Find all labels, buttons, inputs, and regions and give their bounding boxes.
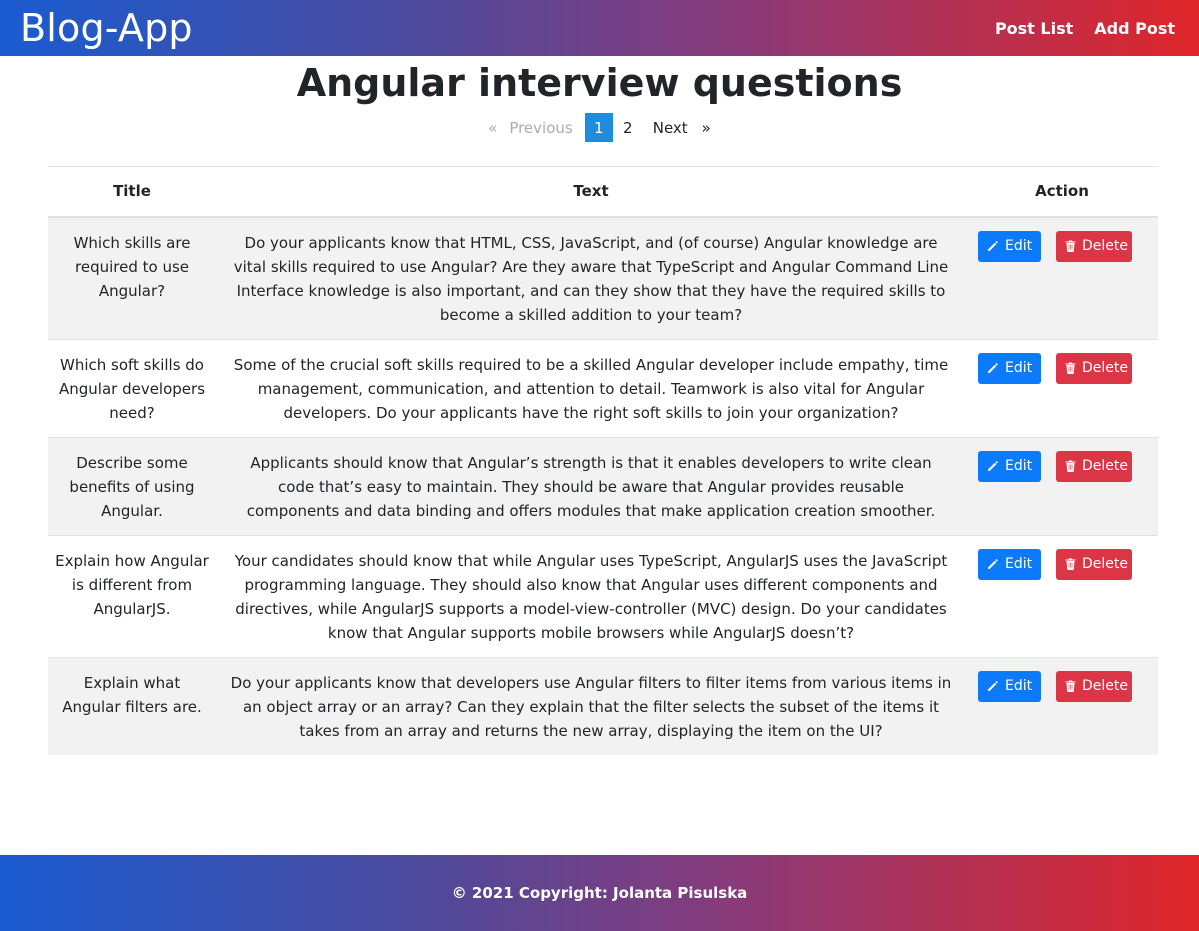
edit-button[interactable]: Edit xyxy=(978,670,1041,702)
table-row: Which soft skills do Angular developers … xyxy=(48,338,1158,437)
edit-label: Edit xyxy=(1005,458,1033,474)
delete-label: Delete xyxy=(1082,458,1128,474)
nav-post-list-link[interactable]: Post List xyxy=(995,19,1073,38)
nav-links: Post List Add Post xyxy=(974,19,1199,38)
nav-add-post-link[interactable]: Add Post xyxy=(1094,19,1175,38)
edit-button[interactable]: Edit xyxy=(978,548,1041,580)
trash-icon xyxy=(1065,240,1082,252)
navbar: Blog-App Post List Add Post xyxy=(0,0,1199,56)
trash-icon xyxy=(1065,362,1082,374)
pencil-icon xyxy=(987,362,1005,374)
row-title: Which skills are required to use Angular… xyxy=(48,216,216,339)
pencil-icon xyxy=(987,460,1005,472)
table-row: Which skills are required to use Angular… xyxy=(48,216,1158,339)
edit-label: Edit xyxy=(1005,238,1033,254)
trash-icon xyxy=(1065,558,1082,570)
row-text: Applicants should know that Angular’s st… xyxy=(216,436,966,535)
pencil-icon xyxy=(987,240,1005,252)
previous-arrow-icon: « xyxy=(488,118,498,137)
previous-label: Previous xyxy=(509,118,573,137)
posts-table: Title Text Action Which skills are requi… xyxy=(48,166,1158,755)
table-header-row: Title Text Action xyxy=(48,166,1158,218)
next-label: Next xyxy=(652,118,688,137)
header-action: Action xyxy=(966,166,1158,218)
row-actions: Edit Delete xyxy=(966,338,1158,437)
edit-label: Edit xyxy=(1005,360,1033,376)
table-row: Explain what Angular filters are. Do your… xyxy=(48,656,1158,755)
header-title: Title xyxy=(48,166,216,218)
row-text: Some of the crucial soft skills required… xyxy=(216,338,966,437)
edit-label: Edit xyxy=(1005,556,1033,572)
brand-logo[interactable]: Blog-App xyxy=(0,0,193,56)
delete-button[interactable]: Delete xyxy=(1056,450,1132,482)
trash-icon xyxy=(1065,460,1082,472)
footer: © 2021 Copyright: Jolanta Pisulska xyxy=(0,855,1199,931)
pagination-previous: « Previous xyxy=(488,113,585,142)
edit-button[interactable]: Edit xyxy=(978,230,1041,262)
page-2-button[interactable]: 2 xyxy=(613,113,643,142)
pencil-icon xyxy=(987,558,1005,570)
delete-label: Delete xyxy=(1082,360,1128,376)
page-title: Angular interview questions xyxy=(296,61,903,105)
row-title: Which soft skills do Angular developers … xyxy=(48,338,216,437)
page-1-button[interactable]: 1 xyxy=(584,113,613,142)
footer-copyright: © 2021 Copyright: Jolanta Pisulska xyxy=(451,884,748,902)
delete-label: Delete xyxy=(1082,238,1128,254)
pagination: « Previous 1 2 Next » xyxy=(0,113,1199,142)
row-actions: Edit Delete xyxy=(966,656,1158,755)
row-title: Describe some benefits of using Angular. xyxy=(48,436,216,535)
row-title: Explain what Angular filters are. xyxy=(48,656,216,755)
row-title: Explain how Angular is different from An… xyxy=(48,534,216,657)
trash-icon xyxy=(1065,680,1082,692)
edit-button[interactable]: Edit xyxy=(978,352,1041,384)
table-row: Describe some benefits of using Angular.… xyxy=(48,436,1158,535)
delete-button[interactable]: Delete xyxy=(1056,670,1132,702)
edit-label: Edit xyxy=(1005,678,1033,694)
pencil-icon xyxy=(987,680,1005,692)
next-arrow-icon: » xyxy=(701,118,711,137)
row-text: Your candidates should know that while A… xyxy=(216,534,966,657)
row-text: Do your applicants know that developers … xyxy=(216,656,966,755)
header-text: Text xyxy=(216,166,966,218)
row-text: Do your applicants know that HTML, CSS, … xyxy=(216,216,966,339)
delete-button[interactable]: Delete xyxy=(1056,230,1132,262)
row-actions: Edit Delete xyxy=(966,436,1158,535)
edit-button[interactable]: Edit xyxy=(978,450,1041,482)
delete-label: Delete xyxy=(1082,556,1128,572)
row-actions: Edit Delete xyxy=(966,216,1158,339)
row-actions: Edit Delete xyxy=(966,534,1158,657)
delete-label: Delete xyxy=(1082,678,1128,694)
delete-button[interactable]: Delete xyxy=(1056,548,1132,580)
pagination-next[interactable]: Next » xyxy=(643,113,711,142)
table-row: Explain how Angular is different from An… xyxy=(48,534,1158,657)
delete-button[interactable]: Delete xyxy=(1056,352,1132,384)
